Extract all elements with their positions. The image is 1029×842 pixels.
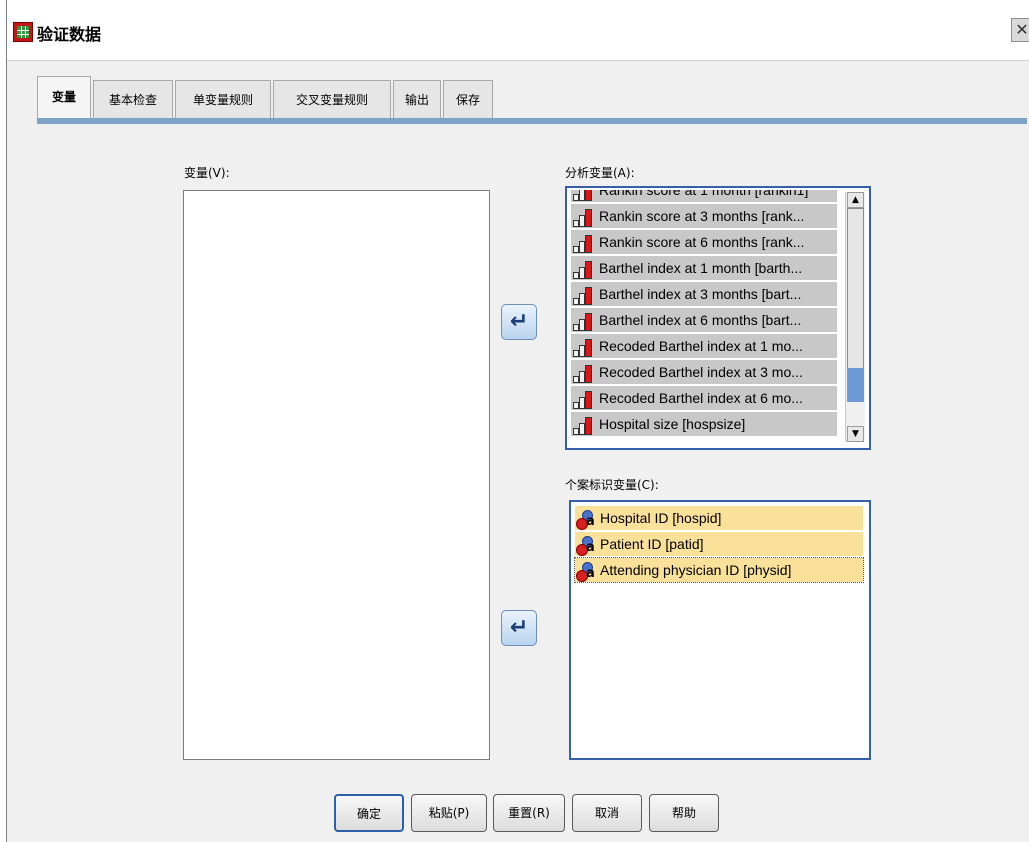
list-item[interactable]: Recoded Barthel index at 3 mo... <box>571 360 837 384</box>
variables-list[interactable] <box>183 190 490 760</box>
list-item-label: Rankin score at 3 months [rank... <box>599 208 805 224</box>
case-id-variables-label: 个案标识变量(C): <box>565 478 659 492</box>
paste-button[interactable]: 粘贴(P) <box>411 794 487 832</box>
list-item[interactable]: Barthel index at 6 months [bart... <box>571 308 837 332</box>
close-button[interactable]: ✕ <box>1011 18 1029 42</box>
list-item[interactable]: Barthel index at 3 months [bart... <box>571 282 837 306</box>
analysis-variables-label: 分析变量(A): <box>565 166 635 180</box>
dialog-title: 验证数据 <box>37 25 102 44</box>
list-item[interactable]: a Attending physician ID [physid] <box>574 557 864 583</box>
ordinal-measure-icon <box>571 363 595 384</box>
analysis-list-viewport: Rankin score at 1 month [rankin1] Rankin… <box>567 190 847 448</box>
list-item[interactable]: Rankin score at 1 month [rankin1] <box>571 190 837 202</box>
ordinal-measure-icon <box>571 285 595 306</box>
nominal-measure-icon: a <box>575 509 597 530</box>
analysis-scrollbar[interactable]: ▲ ▼ <box>845 192 865 442</box>
list-item-label: Rankin score at 6 months [rank... <box>599 234 805 250</box>
scroll-track[interactable] <box>847 368 864 402</box>
list-item-label: Attending physician ID [physid] <box>600 562 792 578</box>
tab-save[interactable]: 保存 <box>443 80 493 118</box>
nominal-measure-icon: a <box>575 535 597 556</box>
ordinal-measure-icon <box>571 389 595 410</box>
list-item[interactable]: Rankin score at 6 months [rank... <box>571 230 837 254</box>
list-item-label: Hospital ID [hospid] <box>600 510 722 526</box>
reset-button[interactable]: 重置(R) <box>493 794 565 832</box>
help-button[interactable]: 帮助 <box>649 794 719 832</box>
analysis-variables-list[interactable]: Rankin score at 1 month [rankin1] Rankin… <box>565 186 871 450</box>
ordinal-measure-icon <box>571 415 595 436</box>
tab-strip: 变量 基本检查 单变量规则 交叉变量规则 输出 保存 <box>37 76 1027 124</box>
list-item-label: Barthel index at 1 month [barth... <box>599 260 803 276</box>
title-bar: 验证数据 ✕ <box>7 0 1029 61</box>
ok-button[interactable]: 确定 <box>334 794 404 832</box>
list-item[interactable]: Recoded Barthel index at 6 mo... <box>571 386 837 410</box>
list-item-label: Recoded Barthel index at 3 mo... <box>599 364 803 380</box>
validate-data-dialog: 验证数据 ✕ 变量 基本检查 单变量规则 交叉变量规则 输出 保存 变量(V):… <box>6 0 1029 842</box>
list-item[interactable]: Rankin score at 3 months [rank... <box>571 204 837 228</box>
move-to-case-id-button[interactable]: ↵ <box>501 610 537 646</box>
list-item-label: Hospital size [hospsize] <box>599 416 746 432</box>
tab-variables[interactable]: 变量 <box>37 76 91 118</box>
ordinal-measure-icon <box>571 337 595 358</box>
spss-dialog-icon <box>13 22 33 42</box>
scroll-down-icon[interactable]: ▼ <box>847 426 864 442</box>
ordinal-measure-icon <box>571 190 595 202</box>
tab-output[interactable]: 输出 <box>393 80 441 118</box>
list-item-label: Patient ID [patid] <box>600 536 704 552</box>
variables-label: 变量(V): <box>184 166 230 180</box>
list-item-label: Barthel index at 6 months [bart... <box>599 312 802 328</box>
list-item-label: Recoded Barthel index at 6 mo... <box>599 390 803 406</box>
list-item-label: Rankin score at 1 month [rankin1] <box>599 190 809 198</box>
nominal-measure-icon: a <box>575 561 597 582</box>
list-item[interactable]: Recoded Barthel index at 1 mo... <box>571 334 837 358</box>
list-item[interactable]: a Hospital ID [hospid] <box>575 506 863 530</box>
scroll-up-icon[interactable]: ▲ <box>847 192 864 208</box>
list-item[interactable]: Barthel index at 1 month [barth... <box>571 256 837 280</box>
list-item-label: Barthel index at 3 months [bart... <box>599 286 802 302</box>
list-item-label: Recoded Barthel index at 1 mo... <box>599 338 803 354</box>
tab-single-variable-rules[interactable]: 单变量规则 <box>175 80 271 118</box>
list-item[interactable]: a Patient ID [patid] <box>575 532 863 556</box>
move-to-analysis-button[interactable]: ↵ <box>501 304 537 340</box>
tab-cross-variable-rules[interactable]: 交叉变量规则 <box>273 80 391 118</box>
ordinal-measure-icon <box>571 233 595 254</box>
ordinal-measure-icon <box>571 259 595 280</box>
list-item[interactable]: Hospital size [hospsize] <box>571 412 837 436</box>
ordinal-measure-icon <box>571 311 595 332</box>
tab-basic-checks[interactable]: 基本检查 <box>93 80 173 118</box>
ordinal-measure-icon <box>571 207 595 228</box>
case-id-variables-list[interactable]: a Hospital ID [hospid] a Patient ID [patid… <box>569 500 871 760</box>
cancel-button[interactable]: 取消 <box>572 794 642 832</box>
